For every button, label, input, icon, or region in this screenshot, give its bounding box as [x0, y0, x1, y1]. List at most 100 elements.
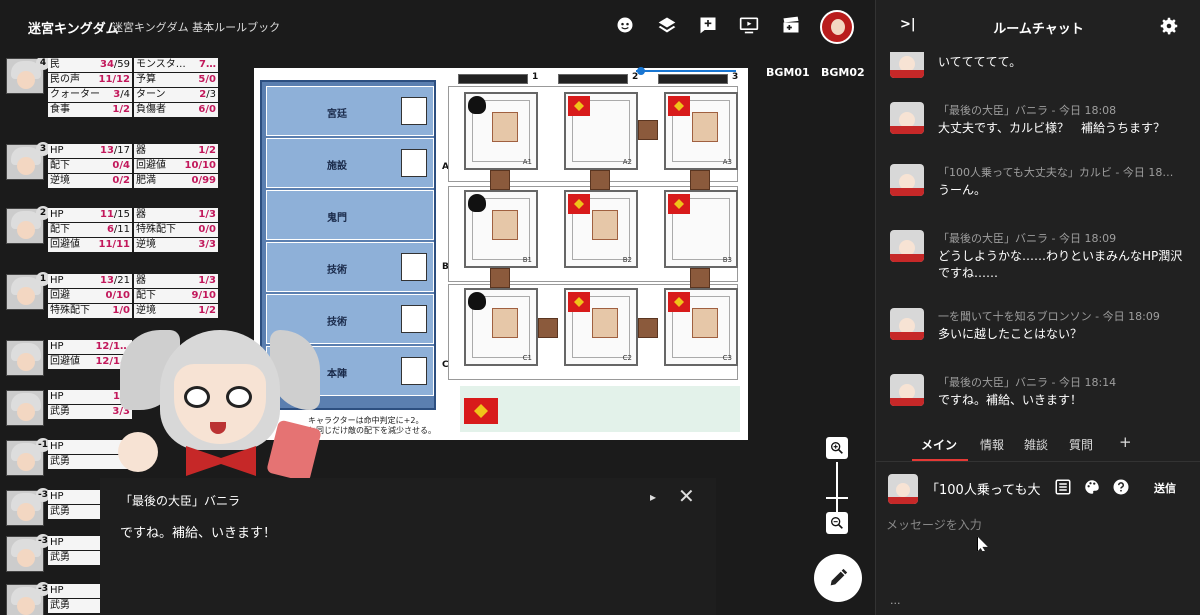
legend-row[interactable]: 宮廷 [266, 86, 434, 136]
stat-field[interactable]: 逆境 3/3 [134, 238, 218, 252]
stat-field[interactable]: 負傷者 6/0 [134, 103, 218, 117]
stat-field[interactable]: HP 13/21 [48, 274, 132, 288]
stat-field[interactable]: 逆境 0/2 [48, 174, 132, 188]
stat-field[interactable]: 回避値 10/10 [134, 159, 218, 173]
speaker-avatar[interactable] [888, 474, 918, 504]
legend-card-slot[interactable] [401, 97, 427, 125]
message-list[interactable]: いててててて。 「最後の大臣」バニラ - 今日 18:08 大丈夫です、カルビ様？ … [876, 52, 1200, 420]
bgm-02[interactable]: BGM02 [821, 66, 865, 79]
map-cell[interactable]: A3 [664, 92, 738, 170]
kingdom-flag-icon[interactable] [568, 194, 590, 214]
map-slider-knob[interactable] [637, 67, 645, 75]
legend-row[interactable]: 技術 [266, 242, 434, 292]
scroll-icon[interactable] [492, 308, 518, 338]
stat-field[interactable]: 特殊配下 1/0 [48, 304, 132, 318]
kingdom-flag-icon[interactable] [668, 194, 690, 214]
scroll-icon[interactable] [692, 112, 718, 142]
stat-field[interactable]: 器 1/3 [134, 208, 218, 222]
zoom-out-icon[interactable] [826, 512, 848, 534]
kingdom-flag-icon[interactable] [668, 96, 690, 116]
stat-field[interactable]: 配下 0/4 [48, 159, 132, 173]
zoom-in-icon[interactable] [826, 437, 848, 459]
scroll-icon[interactable] [592, 308, 618, 338]
face-icon[interactable] [614, 14, 636, 36]
stat-field[interactable]: HP 13/17 [48, 144, 132, 158]
map-slider-track[interactable] [636, 70, 736, 72]
message-input[interactable] [882, 512, 1192, 582]
kingdom-flag-icon[interactable] [568, 292, 590, 312]
message-avatar[interactable] [890, 308, 924, 340]
tab-info[interactable]: 情報 [980, 436, 1004, 453]
stat-field[interactable]: モンスタ… 7… [134, 58, 218, 72]
stat-field[interactable]: 特殊配下 0/0 [134, 223, 218, 237]
character-portrait[interactable] [6, 340, 44, 376]
next-icon[interactable]: ▸ [650, 490, 656, 504]
layers-icon[interactable] [656, 14, 678, 36]
scroll-icon[interactable] [692, 308, 718, 338]
help-icon[interactable] [1112, 478, 1130, 496]
skull-icon[interactable] [468, 292, 486, 310]
gear-icon[interactable] [1158, 15, 1180, 37]
stat-field[interactable]: 器 1/2 [134, 144, 218, 158]
stat-field[interactable]: 民の声 11/12 [48, 73, 132, 87]
stat-field[interactable]: 予算 5/0 [134, 73, 218, 87]
clapperboard-icon[interactable] [780, 14, 802, 36]
map-cell[interactable]: C3 [664, 288, 738, 366]
close-icon[interactable]: ✕ [678, 486, 695, 506]
stat-field[interactable]: 肥満 0/99 [134, 174, 218, 188]
pencil-icon[interactable] [814, 554, 862, 602]
tab-main[interactable]: メイン [921, 436, 957, 453]
scroll-icon[interactable] [492, 210, 518, 240]
board-map[interactable]: 宮廷 施設 鬼門 技術 技術 本陣 キャラクターは命中判定に+2。 と同じだけ敵の配下を減… [254, 68, 748, 440]
stat-field[interactable]: ターン 2/3 [134, 88, 218, 102]
door-tile[interactable] [490, 170, 510, 190]
stat-field[interactable]: 回避値 11/11 [48, 238, 132, 252]
message-avatar[interactable] [890, 102, 924, 134]
speaker-name[interactable]: 「100人乗っても大 [926, 479, 1046, 498]
skull-icon[interactable] [468, 194, 486, 212]
user-avatar[interactable] [820, 10, 854, 44]
legend-card-slot[interactable] [401, 357, 427, 385]
stat-field[interactable]: 民 34/59 [48, 58, 132, 72]
map-cell[interactable]: B3 [664, 190, 738, 268]
stat-field[interactable]: 配下 6/11 [48, 223, 132, 237]
map-cell[interactable]: A2 [564, 92, 638, 170]
kingdom-flag-icon[interactable] [668, 292, 690, 312]
map-cell[interactable]: A1 [464, 92, 538, 170]
bgm-01[interactable]: BGM01 [766, 66, 810, 79]
door-tile[interactable] [590, 170, 610, 190]
character-portrait[interactable] [6, 390, 44, 426]
map-cell[interactable]: C2 [564, 288, 638, 366]
message-avatar[interactable] [890, 52, 924, 78]
skull-icon[interactable] [468, 96, 486, 114]
tab-question[interactable]: 質問 [1069, 436, 1093, 453]
legend-card-slot[interactable] [401, 149, 427, 177]
zoom-slider-track[interactable] [836, 462, 838, 512]
door-tile[interactable] [538, 318, 558, 338]
map-cell[interactable]: B2 [564, 190, 638, 268]
add-tab-icon[interactable]: + [1119, 433, 1132, 451]
map-cell[interactable]: C1 [464, 288, 538, 366]
kingdom-flag-icon[interactable] [568, 96, 590, 116]
door-tile[interactable] [638, 120, 658, 140]
message-avatar[interactable] [890, 164, 924, 196]
message-avatar[interactable] [890, 230, 924, 262]
stat-field[interactable]: HP 11/15 [48, 208, 132, 222]
legend-row[interactable]: 施設 [266, 138, 434, 188]
stat-field[interactable]: 回避 0/10 [48, 289, 132, 303]
door-tile[interactable] [690, 170, 710, 190]
screen-icon[interactable] [738, 14, 760, 36]
stat-field[interactable]: 配下 9/10 [134, 289, 218, 303]
door-tile[interactable] [638, 318, 658, 338]
add-box-icon[interactable] [697, 14, 719, 36]
door-tile[interactable] [490, 268, 510, 288]
send-button[interactable]: 送信 [1154, 480, 1176, 496]
map-cell[interactable]: B1 [464, 190, 538, 268]
message-avatar[interactable] [890, 374, 924, 406]
stat-field[interactable]: 逆境 1/2 [134, 304, 218, 318]
zoom-slider-handle[interactable] [826, 497, 848, 499]
scroll-icon[interactable] [492, 112, 518, 142]
legend-row[interactable]: 鬼門 [266, 190, 434, 240]
stat-field[interactable]: 器 1/3 [134, 274, 218, 288]
palette-icon[interactable] [1083, 478, 1101, 496]
